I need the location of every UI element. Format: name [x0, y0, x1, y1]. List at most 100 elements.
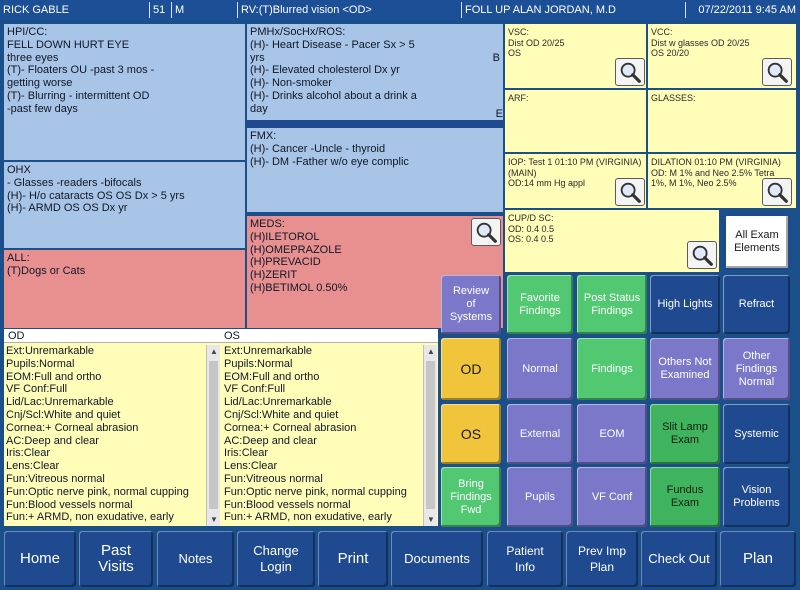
od-finding: EOM:Full and ortho	[6, 370, 102, 383]
dilation-line: OD: M 1% and Neo 2.5% Tetra	[651, 167, 775, 178]
vsc-line: OS	[508, 48, 522, 58]
od-finding: Fun:Optic nerve pink, normal cupping	[6, 485, 189, 498]
scroll-up-icon[interactable]: ▲	[427, 347, 435, 356]
os-eye-button[interactable]: OS	[441, 404, 501, 464]
cup-disc-line: CUP/D SC:	[508, 213, 554, 223]
od-eye-button[interactable]: OD	[441, 338, 501, 400]
nav-patient-info[interactable]: Patient Info	[487, 531, 563, 587]
od-finding: AC:Deep and clear	[6, 434, 99, 447]
scroll-down-icon[interactable]: ▼	[210, 515, 218, 524]
magnifier-icon	[767, 62, 788, 83]
os-scroll-thumb[interactable]	[426, 361, 435, 509]
hpi-panel[interactable]: HPI/CC: FELL DOWN HURT EYE three eyes (T…	[4, 24, 245, 160]
allergy-line: (T)Dogs or Cats	[7, 264, 86, 277]
magnifier-icon	[767, 182, 788, 203]
medication-line: MEDS:	[250, 218, 285, 230]
medications-zoom-button[interactable]	[471, 218, 501, 246]
systemic-button[interactable]: Systemic	[723, 404, 790, 464]
highlights-button[interactable]: High Lights	[650, 275, 720, 334]
dilation-zoom-button[interactable]	[762, 178, 792, 206]
od-scroll-thumb[interactable]	[209, 361, 218, 509]
magnifier-icon	[692, 245, 713, 266]
cup-disc-zoom-button[interactable]	[687, 241, 717, 269]
eom-button[interactable]: EOM	[577, 404, 647, 464]
scroll-down-icon[interactable]: ▼	[427, 515, 435, 524]
os-finding: Ext:Unremarkable	[224, 345, 313, 357]
os-finding: Fun:Vitreous normal	[224, 472, 323, 485]
nav-notes[interactable]: Notes	[157, 531, 234, 587]
hpi-line: three eyes	[7, 51, 59, 64]
fundus-exam-button[interactable]: Fundus Exam	[650, 467, 720, 527]
os-finding: VF Conf:Full	[224, 383, 286, 396]
vision-problems-button[interactable]: Vision Problems	[723, 467, 790, 527]
fmx-line: (H)- Cancer -Uncle - thyroid	[250, 142, 386, 155]
nav-print[interactable]: Print	[318, 531, 388, 587]
os-scrollbar[interactable]: ▲ ▼	[423, 345, 437, 526]
arf-panel[interactable]: ARF:	[505, 90, 646, 152]
slit-lamp-exam-button[interactable]: Slit Lamp Exam	[650, 404, 720, 464]
cup-disc-line: OD: 0.4 0.5	[508, 223, 555, 234]
nav-prev-imp-plan[interactable]: Prev Imp Plan	[566, 531, 638, 587]
magnifier-icon	[620, 182, 641, 203]
post-status-findings-button[interactable]: Post Status Findings	[577, 275, 647, 334]
pmh-divider	[247, 120, 503, 128]
all-exam-elements-button[interactable]: All Exam Elements	[724, 214, 790, 270]
ohx-line: (H)- H/o cataracts OS OS Dx > 5 yrs	[7, 189, 185, 202]
bring-findings-forward-button[interactable]: Bring Findings Fwd	[441, 467, 501, 527]
external-button[interactable]: External	[507, 404, 573, 464]
vsc-line: VSC:	[508, 27, 530, 37]
os-finding: Fun:+ ARMD, non exudative, early	[224, 511, 392, 524]
cup-disc-line: OS: 0.4 0.5	[508, 234, 554, 244]
iop-line: IOP: Test 1 01:10 PM (VIRGINIA)	[508, 157, 642, 167]
hpi-line: FELL DOWN HURT EYE	[7, 38, 130, 51]
fmx-line: (H)- DM -Father w/o eye complic	[250, 155, 409, 168]
medication-line: (H)ILETOROL	[250, 230, 320, 243]
od-finding: Pupils:Normal	[6, 357, 75, 370]
vsc-line: Dist OD 20/25	[508, 37, 565, 48]
review-of-systems-button[interactable]: Review of Systems	[441, 275, 501, 334]
patient-sex: M	[172, 2, 238, 18]
od-findings-list[interactable]: Ext:Unremarkable Pupils:Normal EOM:Full …	[6, 345, 204, 525]
hpi-line: -past few days	[7, 102, 78, 115]
hpi-line: (T)- Blurring - intermittent OD	[7, 89, 150, 102]
od-finding: Fun:+ ARMD, non exudative, early	[6, 511, 174, 524]
os-finding: Iris:Clear	[224, 447, 269, 460]
iop-zoom-button[interactable]	[615, 178, 645, 206]
hpi-line: getting worse	[7, 77, 73, 90]
pmh-panel[interactable]: PMHx/SocHx/ROS: (H)- Heart Disease - Pac…	[247, 24, 503, 120]
od-finding: Fun:Blood vessels normal	[6, 498, 133, 511]
refract-button[interactable]: Refract	[723, 275, 790, 334]
nav-past-visits[interactable]: Past Visits	[79, 531, 153, 587]
os-column-header: OS	[220, 329, 438, 343]
other-findings-normal-button[interactable]: Other Findings Normal	[723, 338, 790, 400]
others-not-examined-button[interactable]: Others Not Examined	[650, 338, 720, 400]
os-findings-list[interactable]: Ext:Unremarkable Pupils:Normal EOM:Full …	[224, 345, 422, 525]
vsc-zoom-button[interactable]	[615, 58, 645, 86]
nav-documents[interactable]: Documents	[391, 531, 483, 587]
pmh-line: yrs	[250, 51, 265, 64]
favorite-findings-button[interactable]: Favorite Findings	[507, 275, 573, 334]
vcc-zoom-button[interactable]	[762, 58, 792, 86]
nav-change-login[interactable]: Change Login	[237, 531, 315, 587]
allergies-panel[interactable]: ALL: (T)Dogs or Cats	[4, 250, 245, 328]
nav-plan[interactable]: Plan	[720, 531, 796, 587]
os-finding: AC:Deep and clear	[224, 434, 317, 447]
nav-check-out[interactable]: Check Out	[641, 531, 717, 587]
od-scrollbar[interactable]: ▲ ▼	[206, 345, 220, 526]
visit-type-doctor: FOLL UP ALAN JORDAN, M.D	[462, 2, 686, 18]
ohx-panel[interactable]: OHX - Glasses -readers -bifocals (H)- H/…	[4, 162, 245, 248]
ohx-line: OHX	[7, 164, 31, 176]
dilation-line: DILATION 01:10 PM (VIRGINIA)	[651, 157, 781, 167]
os-finding: Lens:Clear	[224, 460, 278, 473]
fmx-panel[interactable]: FMX: (H)- Cancer -Uncle - thyroid (H)- D…	[247, 128, 503, 212]
normal-button[interactable]: Normal	[507, 338, 573, 400]
scroll-up-icon[interactable]: ▲	[210, 347, 218, 356]
pmh-line: (H)- Non-smoker	[250, 77, 332, 90]
pupils-button[interactable]: Pupils	[507, 467, 573, 527]
findings-button[interactable]: Findings	[577, 338, 647, 400]
glasses-panel[interactable]: GLASSES:	[648, 90, 796, 152]
os-finding: Fun:Optic nerve pink, normal cupping	[224, 485, 407, 498]
pmh-truncated-b: B	[492, 52, 500, 64]
vf-conf-button[interactable]: VF Conf	[577, 467, 647, 527]
nav-home[interactable]: Home	[4, 531, 76, 587]
